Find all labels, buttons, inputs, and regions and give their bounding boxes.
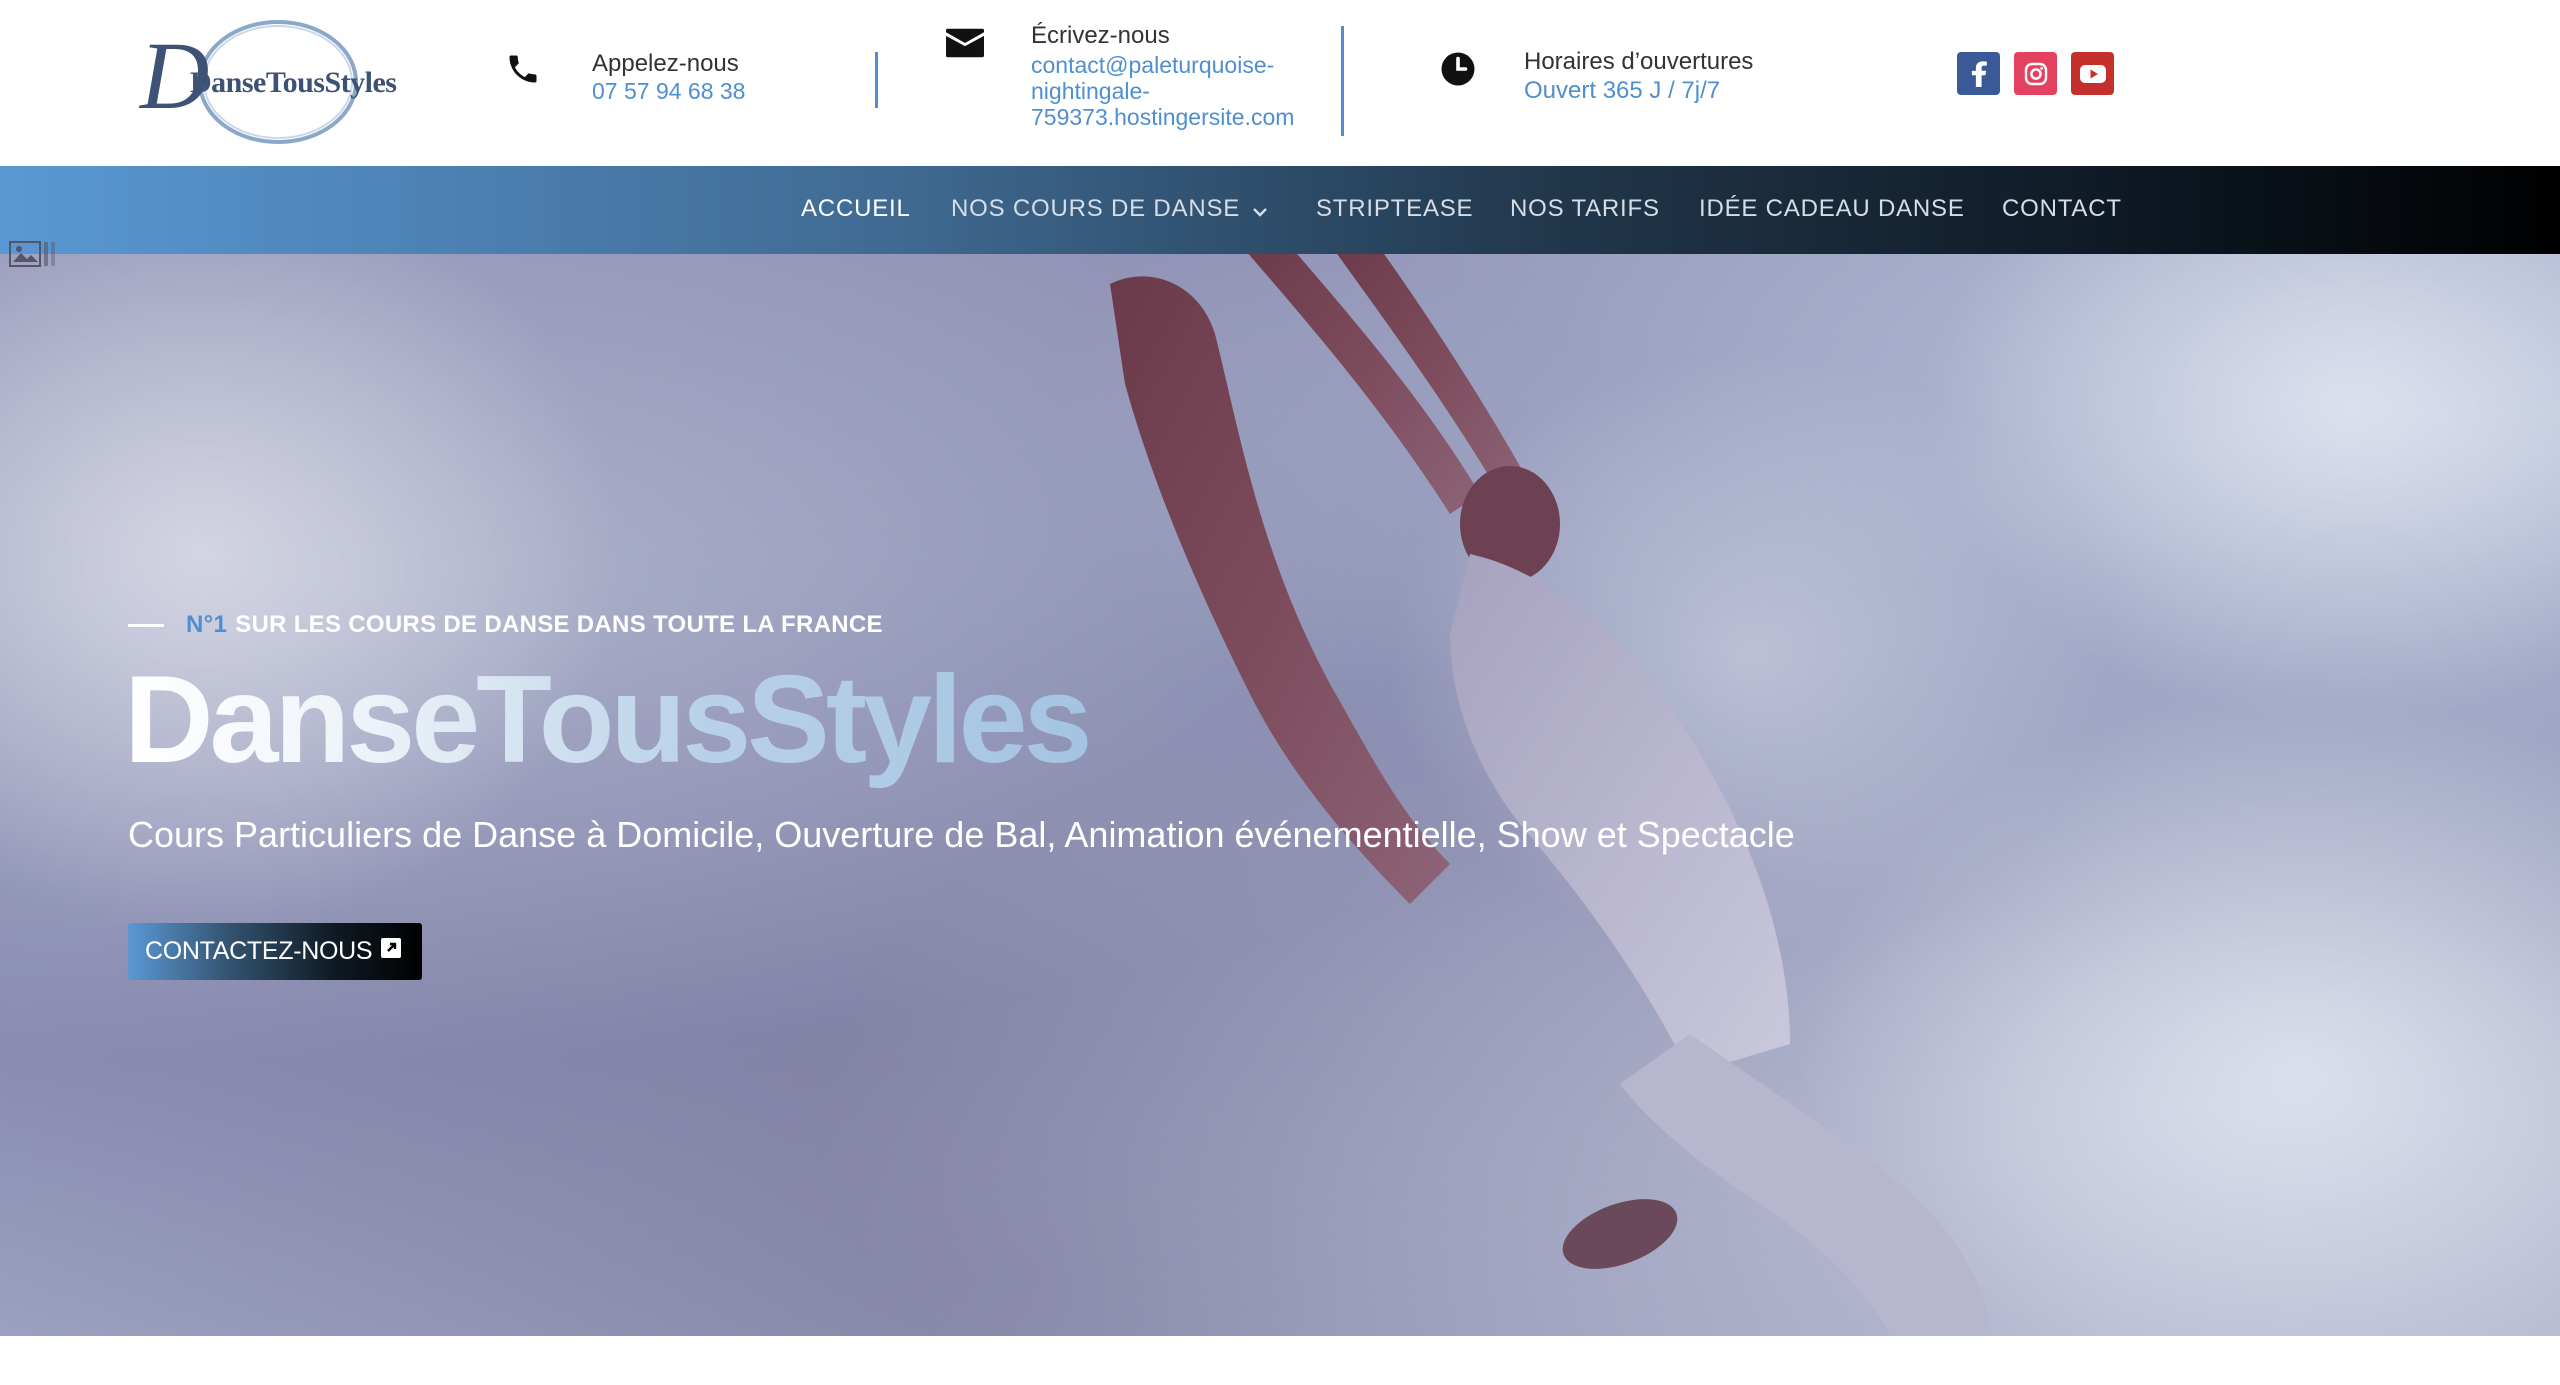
facebook-button[interactable] — [1957, 52, 2000, 95]
contact-cta-button[interactable]: CONTACTEZ-NOUS — [128, 923, 422, 980]
email-title: Écrivez-nous — [1031, 22, 1170, 49]
hero-section: N°1 SUR LES COURS DE DANSE DANS TOUTE LA… — [0, 254, 2560, 1336]
kicker-dash — [128, 623, 164, 627]
header-divider — [1341, 26, 1344, 136]
nav-accueil[interactable]: ACCUEIL — [801, 195, 911, 223]
hero-subtitle: Cours Particuliers de Danse à Domicile, … — [128, 814, 1795, 855]
logo-text: DanseTousStyles — [190, 66, 397, 99]
phone-number-link[interactable]: 07 57 94 68 38 — [592, 78, 745, 104]
main-navigation: ACCUEIL NOS COURS DE DANSE STRIPTEASE NO… — [0, 166, 2560, 254]
clock-icon — [1440, 51, 1476, 92]
instagram-button[interactable] — [2014, 52, 2057, 95]
hero-kicker: N°1 SUR LES COURS DE DANSE DANS TOUTE LA… — [128, 610, 883, 640]
image-placeholder-icon — [8, 238, 58, 270]
nav-cours-label: NOS COURS DE DANSE — [951, 195, 1241, 222]
email-line-3: 759373.hostingersite.com — [1031, 104, 1295, 130]
phone-title: Appelez-nous — [592, 50, 739, 77]
nav-idee-cadeau[interactable]: IDÉE CADEAU DANSE — [1699, 195, 1965, 223]
chevron-down-icon — [1252, 196, 1268, 224]
kicker-text: SUR LES COURS DE DANSE DANS TOUTE LA FRA… — [235, 611, 883, 638]
kicker-number: N°1 — [186, 611, 228, 638]
site-header: D DanseTousStyles Appelez-nous 07 57 94 … — [0, 0, 2560, 166]
hours-value: Ouvert 365 J / 7j/7 — [1524, 77, 1721, 104]
contact-email-block: Écrivez-nous contact@paleturquoise- nigh… — [946, 22, 1306, 142]
nav-contact[interactable]: CONTACT — [2002, 195, 2122, 223]
nav-tarifs[interactable]: NOS TARIFS — [1510, 195, 1660, 223]
hero-dancer-image — [0, 254, 2560, 1336]
envelope-icon — [946, 28, 984, 63]
email-line-2: nightingale- — [1031, 78, 1150, 104]
header-divider — [875, 52, 878, 108]
opening-hours-block: Horaires d’ouvertures Ouvert 365 J / 7j/… — [1440, 48, 1800, 108]
page-below-hero — [0, 1336, 2560, 1385]
youtube-icon — [2079, 64, 2106, 83]
youtube-button[interactable] — [2071, 52, 2114, 95]
hours-title: Horaires d’ouvertures — [1524, 48, 1754, 75]
nav-striptease[interactable]: STRIPTEASE — [1316, 195, 1473, 223]
hero-title: DanseTousStyles — [124, 651, 1093, 789]
cta-label: CONTACTEZ-NOUS — [145, 937, 373, 965]
email-line-1: contact@paleturquoise- — [1031, 52, 1275, 78]
phone-icon — [505, 50, 541, 93]
facebook-icon — [1971, 60, 1987, 87]
nav-cours-de-danse[interactable]: NOS COURS DE DANSE — [951, 195, 1268, 224]
external-link-icon — [380, 937, 402, 966]
contact-phone-block: Appelez-nous 07 57 94 68 38 — [505, 50, 765, 110]
instagram-icon — [2024, 62, 2047, 85]
site-logo[interactable]: D DanseTousStyles — [138, 16, 408, 148]
